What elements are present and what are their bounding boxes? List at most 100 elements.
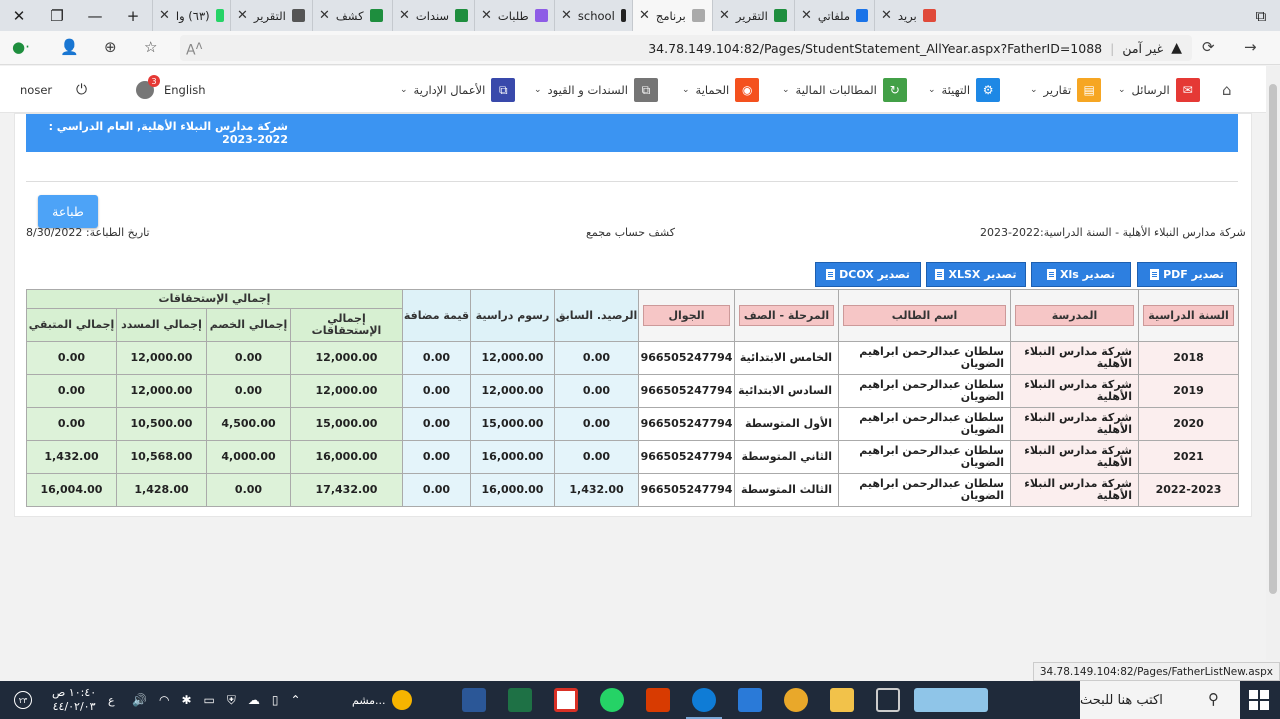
- bluetooth-icon[interactable]: ✱: [181, 693, 191, 707]
- cell-discount: 0.00: [206, 374, 291, 408]
- cell-student: سلطان عبدالرحمن ابراهيم الضويان: [838, 440, 1011, 474]
- clock[interactable]: ١٠:٤٠ ص ٤٤/٠٢/٠٣: [52, 681, 96, 719]
- nav-item-2[interactable]: ⚙ التهيئة ⌄: [928, 78, 1001, 102]
- minimize-window-icon[interactable]: —: [76, 0, 114, 31]
- cell-paid: 12,000.00: [116, 341, 207, 375]
- th-grade: المرحلة - الصف: [734, 289, 839, 342]
- input-language[interactable]: ع: [108, 681, 115, 719]
- close-tab-icon[interactable]: ✕: [159, 8, 170, 23]
- browser-tab[interactable]: التقرير ✕: [230, 0, 312, 31]
- export-xls-label: تصدير Xls: [1060, 268, 1115, 281]
- refresh-icon[interactable]: ⟳: [1202, 38, 1215, 56]
- export-pdf-button[interactable]: تصدير PDF: [1137, 262, 1237, 287]
- security-icon[interactable]: ⛨: [227, 693, 236, 708]
- browser-tab[interactable]: كشف ✕: [312, 0, 392, 31]
- cell-vat: 0.00: [402, 440, 471, 474]
- edge-app-icon[interactable]: [692, 688, 716, 712]
- favorites-icon[interactable]: ☆: [144, 38, 157, 56]
- nav-item-4[interactable]: ◉ الحماية ⌄: [682, 78, 760, 102]
- phone-icon[interactable]: ▯: [272, 693, 279, 707]
- cell-remaining: 1,432.00: [26, 440, 117, 474]
- tab-favicon-icon: [855, 9, 868, 22]
- tab-actions-icon[interactable]: ⧉: [1242, 0, 1280, 31]
- table-row: 2020 شركة مدارس النبلاء الأهلية سلطان عبدا…: [26, 407, 1239, 441]
- th-total-paid: إجمالي المسدد: [116, 308, 207, 342]
- nav-item-0[interactable]: ✉ الرسائل ⌄: [1118, 78, 1200, 102]
- new-tab-icon[interactable]: +: [114, 0, 152, 31]
- battery-icon[interactable]: ▭: [204, 693, 215, 707]
- power-icon[interactable]: ⏻: [76, 78, 87, 102]
- browser-tab[interactable]: التقرير ✕: [712, 0, 794, 31]
- file-explorer-icon[interactable]: [830, 688, 854, 712]
- page-scrollbar[interactable]: [1266, 66, 1280, 660]
- notifications[interactable]: 3: [136, 75, 160, 102]
- cell-student: سلطان عبدالرحمن ابراهيم الضويان: [838, 407, 1011, 441]
- system-tray[interactable]: 🔊 ◠ ✱ ▭ ⛨ ☁ ▯ ⌃: [132, 681, 301, 719]
- browser-tab[interactable]: بريد ✕: [874, 0, 946, 31]
- profile-avatar[interactable]: 👤: [60, 38, 79, 56]
- close-tab-icon[interactable]: ✕: [481, 8, 492, 23]
- home-icon[interactable]: ⌂: [1222, 78, 1232, 102]
- export-xlsx-button[interactable]: تصدير XLSX: [926, 262, 1026, 287]
- cell-fees: 12,000.00: [470, 374, 555, 408]
- wifi-icon[interactable]: ◠: [159, 693, 169, 707]
- cell-dues: 15,000.00: [290, 407, 403, 441]
- nav-item-1[interactable]: ▤ تقارير ⌄: [1030, 78, 1102, 102]
- browser-tab[interactable]: school ✕: [554, 0, 632, 31]
- browser-tab[interactable]: طلبات ✕: [474, 0, 554, 31]
- url-field[interactable]: Aʌ 34.78.149.104:82/Pages/StudentStateme…: [180, 35, 1192, 61]
- close-tab-icon[interactable]: ✕: [319, 8, 330, 23]
- language-link[interactable]: English: [164, 78, 206, 102]
- weather-widget[interactable]: مشم...: [352, 681, 412, 719]
- table-row: 2021 شركة مدارس النبلاء الأهلية سلطان عبدا…: [26, 440, 1239, 474]
- whatsapp-app-icon[interactable]: [600, 688, 624, 712]
- browser-tab[interactable]: برنامج ✕: [632, 0, 712, 31]
- close-tab-icon[interactable]: ✕: [639, 8, 650, 23]
- extension-icon[interactable]: ●·: [12, 38, 30, 56]
- tab-label: التقرير: [253, 8, 286, 23]
- excel-app-icon[interactable]: [508, 688, 532, 712]
- forward-icon[interactable]: →: [1244, 38, 1257, 56]
- browser-tab[interactable]: سندات ✕: [392, 0, 474, 31]
- table-row: 2019 شركة مدارس النبلاء الأهلية سلطان عبدا…: [26, 374, 1239, 408]
- close-window-icon[interactable]: ✕: [0, 0, 38, 31]
- print-button[interactable]: طباعة: [38, 195, 98, 228]
- close-tab-icon[interactable]: ✕: [881, 8, 892, 23]
- cell-grade: الثالث المتوسطة: [734, 473, 839, 507]
- divider: [26, 181, 1238, 182]
- office-app-icon[interactable]: [646, 688, 670, 712]
- read-aloud-icon[interactable]: Aʌ: [186, 38, 202, 59]
- restore-window-icon[interactable]: ❐: [38, 0, 76, 31]
- close-tab-icon[interactable]: ✕: [719, 8, 730, 23]
- word-app-icon[interactable]: [462, 688, 486, 712]
- chevron-down-icon: ⌄: [682, 85, 690, 95]
- browser-tab[interactable]: (٦٣) وا ✕: [152, 0, 230, 31]
- nav-item-3[interactable]: ↻ المطالبات المالية ⌄: [782, 78, 907, 102]
- gmail-app-icon[interactable]: [554, 688, 578, 712]
- chevron-up-icon[interactable]: ⌃: [290, 693, 300, 707]
- security-label[interactable]: غير آمن: [1122, 41, 1163, 56]
- task-view-icon[interactable]: [876, 688, 900, 712]
- cloud-icon[interactable]: ☁: [248, 693, 260, 707]
- nav-item-5[interactable]: ⧉ السندات و القيود ⌄: [534, 78, 658, 102]
- start-button[interactable]: [1247, 688, 1271, 712]
- mail-app-icon[interactable]: [738, 688, 762, 712]
- nav-item-6[interactable]: ⧉ الأعمال الإدارية ⌄: [400, 78, 516, 102]
- export-xls-button[interactable]: تصدير Xls: [1031, 262, 1131, 287]
- nav-icon: ↻: [882, 78, 907, 102]
- close-tab-icon[interactable]: ✕: [237, 8, 248, 23]
- search-icon: ⚲: [1208, 690, 1219, 708]
- browser-tab[interactable]: ملفاتي ✕: [794, 0, 874, 31]
- collections-icon[interactable]: ⊕: [104, 38, 117, 56]
- export-docx-button[interactable]: تصدير DCOX: [815, 262, 921, 287]
- chrome-app-icon[interactable]: [784, 688, 808, 712]
- user-menu[interactable]: noser: [20, 78, 52, 102]
- close-tab-icon[interactable]: ✕: [561, 8, 572, 23]
- cell-prev: 0.00: [554, 341, 639, 375]
- volume-icon[interactable]: 🔊: [132, 693, 147, 707]
- chevron-down-icon: ⌄: [534, 85, 542, 95]
- close-tab-icon[interactable]: ✕: [399, 8, 410, 23]
- warning-icon[interactable]: ▲: [1171, 40, 1182, 56]
- notification-center-icon[interactable]: ٢٣: [14, 681, 32, 719]
- close-tab-icon[interactable]: ✕: [801, 8, 812, 23]
